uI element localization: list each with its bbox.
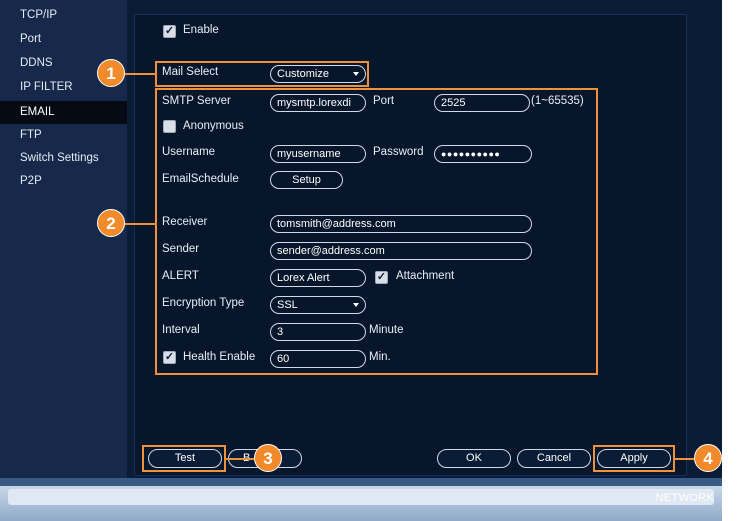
enable-checkbox[interactable]: ✓	[163, 25, 176, 38]
footer-divider	[0, 478, 722, 486]
sidebar-item-switch-settings[interactable]: Switch Settings	[0, 147, 127, 170]
test-button-highlight	[142, 445, 226, 472]
callout-3-leader	[226, 458, 254, 460]
apply-button-highlight	[593, 445, 675, 472]
enable-label: Enable	[183, 24, 219, 36]
cancel-button[interactable]: Cancel	[517, 449, 591, 468]
callout-2-leader	[122, 223, 156, 225]
callout-4: 4	[694, 444, 722, 472]
footer-bar	[0, 486, 722, 521]
network-settings-window: TCP/IP Port DDNS IP FILTER EMAIL FTP Swi…	[0, 0, 722, 521]
sidebar-item-p2p[interactable]: P2P	[0, 170, 127, 193]
footer-title: NETWORK	[655, 492, 714, 504]
ok-button[interactable]: OK	[437, 449, 511, 468]
smtp-settings-highlight	[155, 88, 598, 375]
sidebar-item-port[interactable]: Port	[0, 28, 127, 51]
sidebar-item-email[interactable]: EMAIL	[0, 101, 127, 124]
callout-1: 1	[97, 59, 125, 87]
sidebar-item-tcpip[interactable]: TCP/IP	[0, 4, 127, 27]
mail-select-highlight	[155, 61, 369, 87]
callout-1-leader	[122, 73, 156, 75]
callout-2: 2	[97, 209, 125, 237]
sidebar-item-ftp[interactable]: FTP	[0, 124, 127, 147]
callout-3: 3	[254, 444, 282, 472]
